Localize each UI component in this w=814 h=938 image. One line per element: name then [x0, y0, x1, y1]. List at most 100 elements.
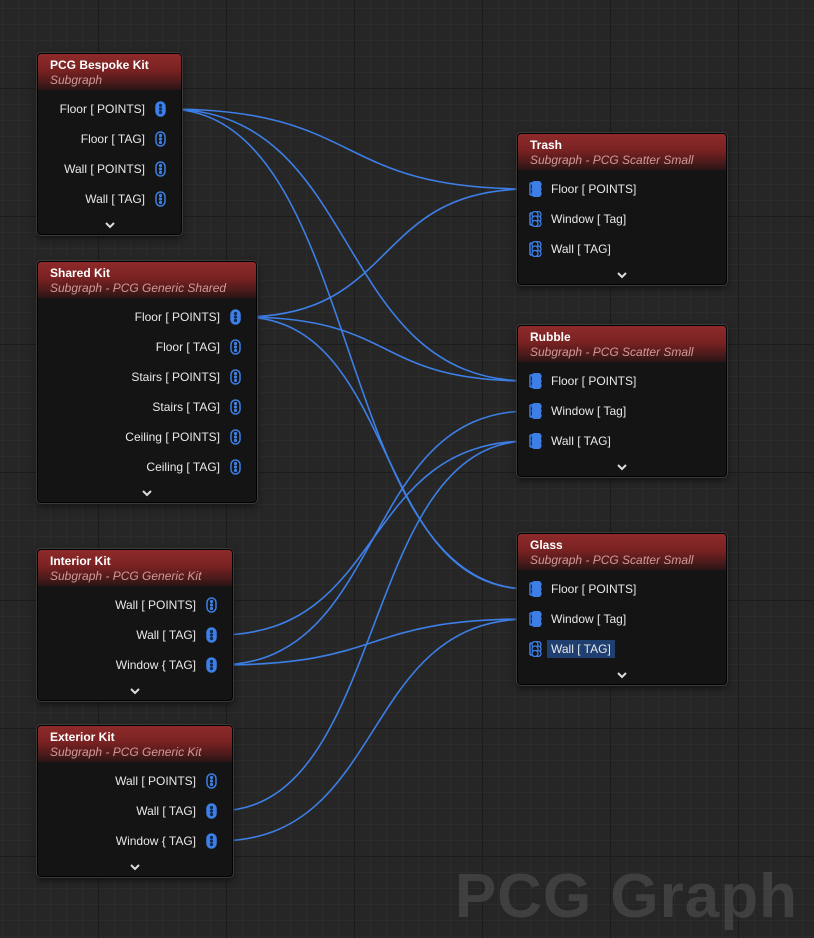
pin-label: Wall [ TAG]: [551, 434, 611, 448]
node-exterior-kit[interactable]: Exterior Kit Subgraph - PCG Generic Kit …: [37, 725, 233, 877]
node-title: Exterior Kit: [50, 730, 115, 744]
pin-connected-icon[interactable]: [204, 657, 220, 673]
pin-connected-icon[interactable]: [153, 101, 169, 117]
pin-icon[interactable]: [153, 131, 169, 147]
output-pin-wall-points[interactable]: Wall [ POINTS]: [38, 766, 232, 796]
pin-multi-connected-icon[interactable]: [527, 373, 543, 389]
pin-icon[interactable]: [153, 191, 169, 207]
pin-label: Wall [ POINTS]: [115, 774, 196, 788]
pin-icon[interactable]: [204, 773, 220, 789]
node-title: Interior Kit: [50, 554, 111, 568]
pin-icon[interactable]: [228, 399, 244, 415]
output-pin-floor-points[interactable]: Floor [ POINTS]: [38, 94, 181, 124]
node-header[interactable]: Exterior Kit Subgraph - PCG Generic Kit: [38, 726, 232, 762]
input-pin-wall-tag[interactable]: Wall [ TAG]: [518, 426, 726, 456]
node-header[interactable]: Shared Kit Subgraph - PCG Generic Shared: [38, 262, 256, 298]
node-header[interactable]: Interior Kit Subgraph - PCG Generic Kit: [38, 550, 232, 586]
expand-chevron-icon[interactable]: [38, 482, 256, 502]
node-subtitle: Subgraph - PCG Generic Kit: [50, 745, 202, 759]
output-pin-wall-points[interactable]: Wall [ POINTS]: [38, 154, 181, 184]
output-pin-floor-tag[interactable]: Floor [ TAG]: [38, 124, 181, 154]
pin-label: Window { TAG]: [115, 834, 196, 848]
pin-label: Window [ Tag]: [551, 612, 627, 626]
expand-chevron-icon[interactable]: [518, 264, 726, 284]
pin-multi-connected-icon[interactable]: [527, 403, 543, 419]
node-subtitle: Subgraph: [50, 73, 103, 87]
pin-connected-icon[interactable]: [204, 803, 220, 819]
expand-chevron-icon[interactable]: [518, 664, 726, 684]
wire: [217, 618, 530, 666]
output-pin-window-tag[interactable]: Window { TAG]: [38, 650, 232, 680]
pin-icon[interactable]: [153, 161, 169, 177]
pin-label: Ceiling [ POINTS]: [125, 430, 220, 444]
output-pin-ceiling-points[interactable]: Ceiling [ POINTS]: [38, 422, 256, 452]
output-pin-floor-tag[interactable]: Floor [ TAG]: [38, 332, 256, 362]
wire: [241, 188, 530, 318]
node-title: Trash: [530, 138, 563, 152]
graph-watermark: PCG Graph: [454, 862, 798, 931]
input-pin-floor-points[interactable]: Floor [ POINTS]: [518, 174, 726, 204]
input-pin-window-tag[interactable]: Window [ Tag]: [518, 204, 726, 234]
node-glass[interactable]: Glass Subgraph - PCG Scatter Small Floor…: [517, 533, 727, 685]
pin-icon[interactable]: [228, 429, 244, 445]
node-header[interactable]: PCG Bespoke Kit Subgraph: [38, 54, 181, 90]
pin-label: Wall [ TAG]: [85, 192, 145, 206]
output-pin-stairs-tag[interactable]: Stairs [ TAG]: [38, 392, 256, 422]
node-subtitle: Subgraph - PCG Generic Shared: [50, 281, 227, 295]
output-pin-wall-points[interactable]: Wall [ POINTS]: [38, 590, 232, 620]
pin-icon[interactable]: [228, 339, 244, 355]
pin-multi-connected-icon[interactable]: [527, 433, 543, 449]
pin-icon[interactable]: [228, 369, 244, 385]
pin-multi-icon[interactable]: [527, 641, 543, 657]
input-pin-floor-points[interactable]: Floor [ POINTS]: [518, 574, 726, 604]
pin-icon[interactable]: [204, 597, 220, 613]
pin-label: Window { TAG]: [115, 658, 196, 672]
pin-multi-icon[interactable]: [527, 211, 543, 227]
pin-label: Floor [ POINTS]: [134, 310, 220, 324]
pin-label: Stairs [ POINTS]: [131, 370, 220, 384]
node-trash[interactable]: Trash Subgraph - PCG Scatter Small Floor…: [517, 133, 727, 285]
output-pin-wall-tag[interactable]: Wall [ TAG]: [38, 184, 181, 214]
output-pin-stairs-points[interactable]: Stairs [ POINTS]: [38, 362, 256, 392]
input-pin-floor-points[interactable]: Floor [ POINTS]: [518, 366, 726, 396]
node-bespoke-kit[interactable]: PCG Bespoke Kit Subgraph Floor [ POINTS]…: [37, 53, 182, 235]
wire: [241, 316, 530, 382]
pin-connected-icon[interactable]: [228, 309, 244, 325]
node-header[interactable]: Glass Subgraph - PCG Scatter Small: [518, 534, 726, 570]
wire: [166, 108, 530, 190]
pin-multi-connected-icon[interactable]: [527, 581, 543, 597]
node-interior-kit[interactable]: Interior Kit Subgraph - PCG Generic Kit …: [37, 549, 233, 701]
pin-label: Floor [ TAG]: [80, 132, 145, 146]
node-header[interactable]: Trash Subgraph - PCG Scatter Small: [518, 134, 726, 170]
expand-chevron-icon[interactable]: [38, 680, 232, 700]
pin-label: Floor [ POINTS]: [551, 582, 637, 596]
input-pin-window-tag[interactable]: Window [ Tag]: [518, 604, 726, 634]
pin-icon[interactable]: [228, 459, 244, 475]
pin-label: Floor [ POINTS]: [59, 102, 145, 116]
pin-connected-icon[interactable]: [204, 627, 220, 643]
expand-chevron-icon[interactable]: [518, 456, 726, 476]
pin-label: Window [ Tag]: [551, 404, 627, 418]
output-pin-wall-tag[interactable]: Wall [ TAG]: [38, 796, 232, 826]
output-pin-floor-points[interactable]: Floor [ POINTS]: [38, 302, 256, 332]
pin-connected-icon[interactable]: [204, 833, 220, 849]
pin-label: Floor [ TAG]: [155, 340, 220, 354]
expand-chevron-icon[interactable]: [38, 856, 232, 876]
pin-label: Wall [ TAG]: [136, 804, 196, 818]
input-pin-wall-tag[interactable]: Wall [ TAG]: [518, 634, 726, 664]
node-shared-kit[interactable]: Shared Kit Subgraph - PCG Generic Shared…: [37, 261, 257, 503]
pin-multi-icon[interactable]: [527, 241, 543, 257]
expand-chevron-icon[interactable]: [38, 214, 181, 234]
node-subtitle: Subgraph - PCG Scatter Small: [530, 345, 694, 359]
pin-label: Wall [ TAG]: [136, 628, 196, 642]
node-rubble[interactable]: Rubble Subgraph - PCG Scatter Small Floo…: [517, 325, 727, 477]
pin-multi-connected-icon[interactable]: [527, 181, 543, 197]
node-subtitle: Subgraph - PCG Generic Kit: [50, 569, 202, 583]
output-pin-ceiling-tag[interactable]: Ceiling [ TAG]: [38, 452, 256, 482]
input-pin-wall-tag[interactable]: Wall [ TAG]: [518, 234, 726, 264]
input-pin-window-tag[interactable]: Window [ Tag]: [518, 396, 726, 426]
output-pin-wall-tag[interactable]: Wall [ TAG]: [38, 620, 232, 650]
pin-multi-connected-icon[interactable]: [527, 611, 543, 627]
output-pin-window-tag[interactable]: Window { TAG]: [38, 826, 232, 856]
node-header[interactable]: Rubble Subgraph - PCG Scatter Small: [518, 326, 726, 362]
